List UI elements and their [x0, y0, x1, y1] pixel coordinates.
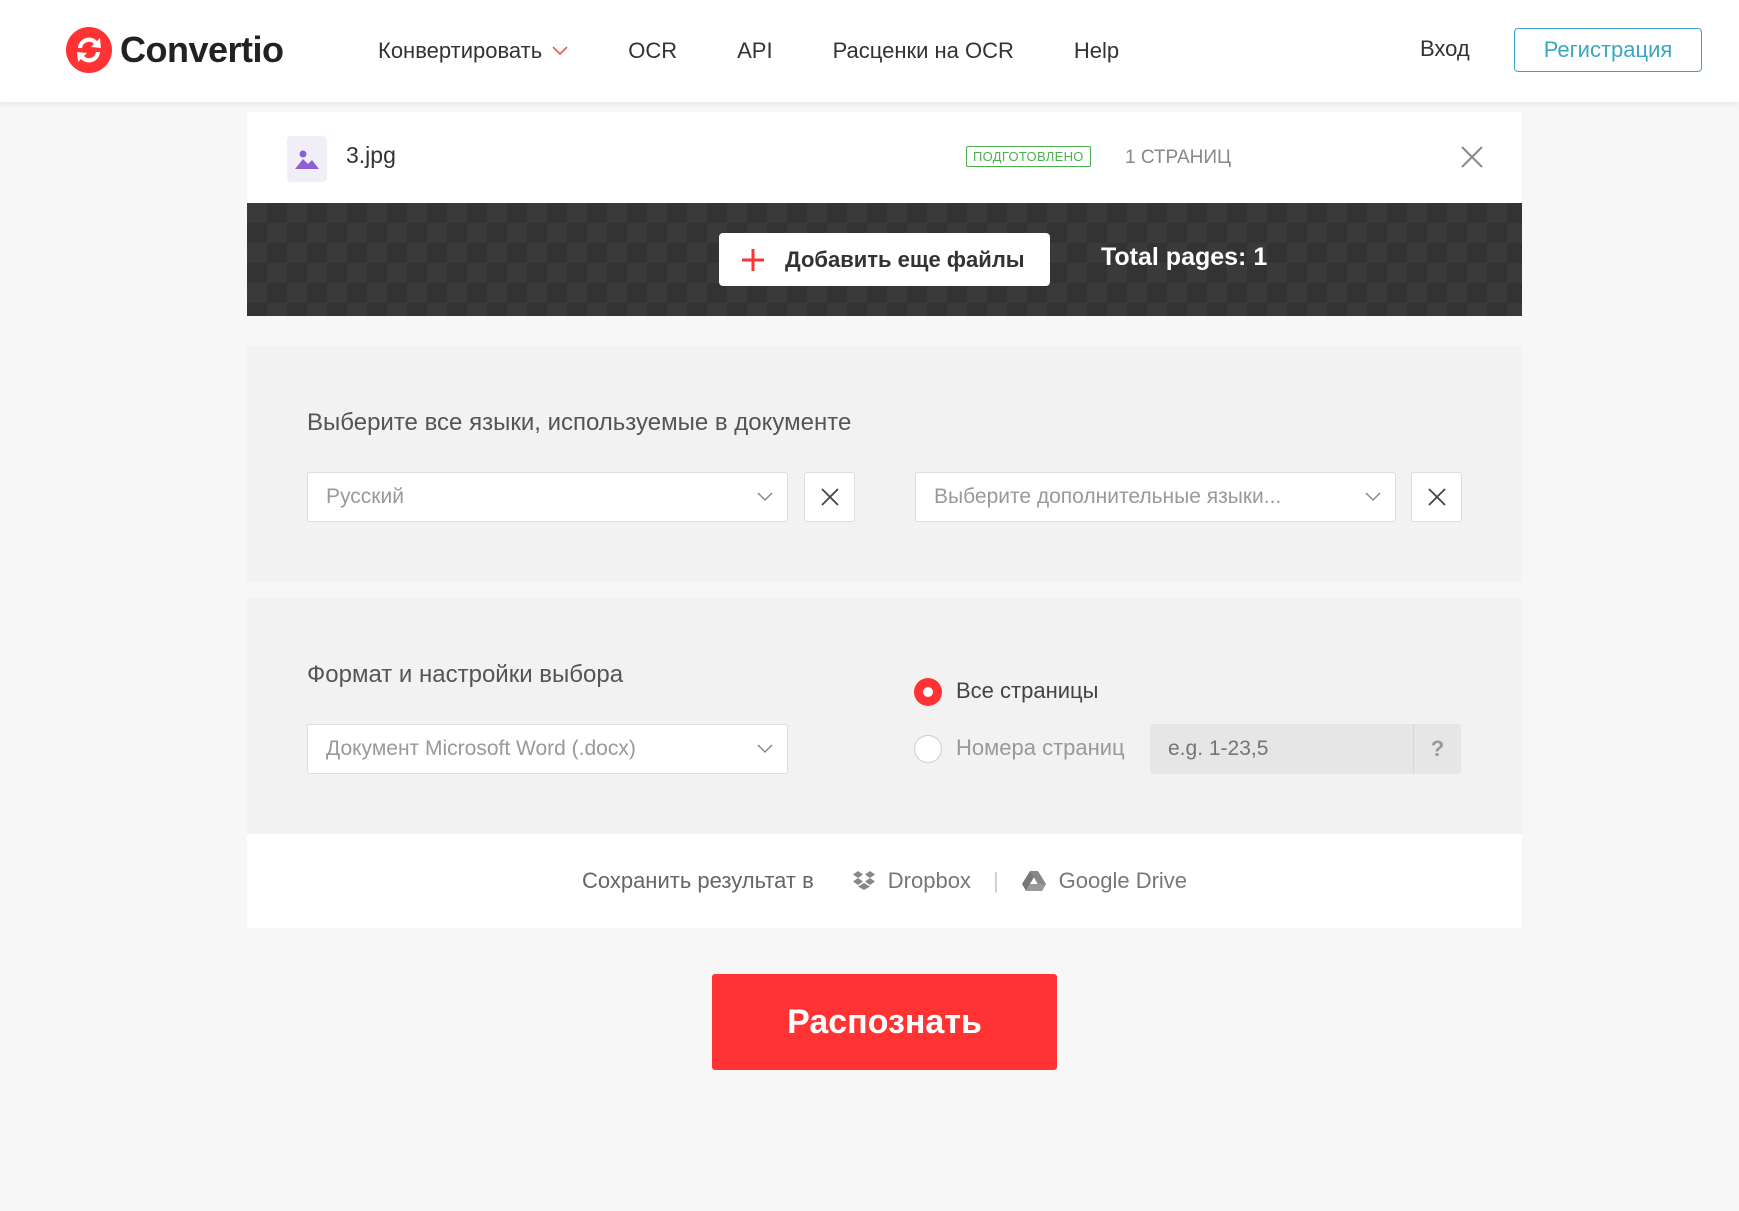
page-range-help-button[interactable]: ?: [1413, 724, 1461, 774]
all-pages-label: Все страницы: [956, 678, 1099, 703]
close-icon: [820, 488, 839, 506]
close-icon: [1427, 488, 1446, 506]
login-link[interactable]: Вход: [1420, 36, 1470, 62]
languages-title: Выберите все языки, используемые в докум…: [307, 409, 852, 436]
nav-ocr-pricing[interactable]: Расценки на OCR: [833, 38, 1014, 64]
chevron-down-icon: [757, 744, 773, 754]
format-title: Формат и настройки выбора: [307, 661, 624, 688]
google-drive-button[interactable]: Google Drive: [1021, 868, 1187, 894]
output-format-value: Документ Microsoft Word (.docx): [326, 737, 636, 760]
google-drive-icon: [1021, 871, 1046, 891]
nav-api[interactable]: API: [737, 38, 772, 64]
output-format-select[interactable]: Документ Microsoft Word (.docx): [307, 724, 788, 774]
format-panel: Формат и настройки выбора Документ Micro…: [247, 598, 1522, 834]
top-header: Convertio Конвертировать OCR API Расценк…: [0, 0, 1739, 102]
all-pages-radio[interactable]: [914, 678, 942, 706]
file-pages-count: 1 СТРАНИЦ: [1125, 147, 1232, 168]
add-files-label: Добавить еще файлы: [785, 246, 1025, 272]
save-destination-row: Сохранить результат в Dropbox | Google D…: [247, 834, 1522, 928]
plus-icon: [742, 248, 764, 271]
file-name: 3.jpg: [346, 142, 396, 168]
chevron-down-icon: [757, 492, 773, 502]
total-pages: Total pages: 1: [1101, 243, 1268, 271]
add-files-button[interactable]: Добавить еще файлы: [719, 233, 1050, 286]
convertio-logo-icon: [66, 27, 112, 73]
nav-help[interactable]: Help: [1074, 38, 1119, 64]
nav-convert[interactable]: Конвертировать: [378, 38, 568, 64]
google-drive-label: Google Drive: [1058, 868, 1188, 893]
page-numbers-label: Номера страниц: [956, 735, 1125, 760]
brand-logo[interactable]: Convertio: [66, 27, 284, 73]
dropbox-label: Dropbox: [887, 868, 971, 893]
dropbox-button[interactable]: Dropbox: [852, 868, 971, 894]
main-nav: Конвертировать OCR API Расценки на OCR H…: [378, 0, 1179, 102]
save-label: Сохранить результат в: [581, 868, 814, 893]
add-files-bar: Добавить еще файлы Total pages: 1: [247, 203, 1522, 316]
register-button[interactable]: Регистрация: [1514, 28, 1702, 72]
recognize-button[interactable]: Распознать: [712, 974, 1057, 1070]
page-numbers-radio[interactable]: [914, 735, 942, 763]
page-range-input[interactable]: [1150, 724, 1413, 774]
image-file-icon: [287, 136, 327, 182]
status-badge: ПОДГОТОВЛЕНО: [966, 146, 1091, 167]
additional-languages-placeholder: Выберите дополнительные языки...: [934, 485, 1282, 508]
clear-additional-languages-button[interactable]: [1411, 472, 1462, 522]
chevron-down-icon: [552, 46, 568, 56]
chevron-down-icon: [1365, 492, 1381, 502]
separator: |: [992, 868, 999, 893]
nav-ocr[interactable]: OCR: [628, 38, 677, 64]
clear-primary-language-button[interactable]: [804, 472, 855, 522]
brand-name: Convertio: [120, 29, 284, 70]
file-card: 3.jpg ПОДГОТОВЛЕНО 1 СТРАНИЦ: [247, 112, 1522, 203]
close-icon[interactable]: [1459, 144, 1485, 170]
primary-language-value: Русский: [326, 485, 404, 508]
primary-language-select[interactable]: Русский: [307, 472, 788, 522]
languages-panel: Выберите все языки, используемые в докум…: [247, 346, 1522, 582]
additional-languages-select[interactable]: Выберите дополнительные языки...: [915, 472, 1396, 522]
nav-convert-label: Конвертировать: [378, 38, 543, 63]
dropbox-icon: [852, 871, 875, 890]
